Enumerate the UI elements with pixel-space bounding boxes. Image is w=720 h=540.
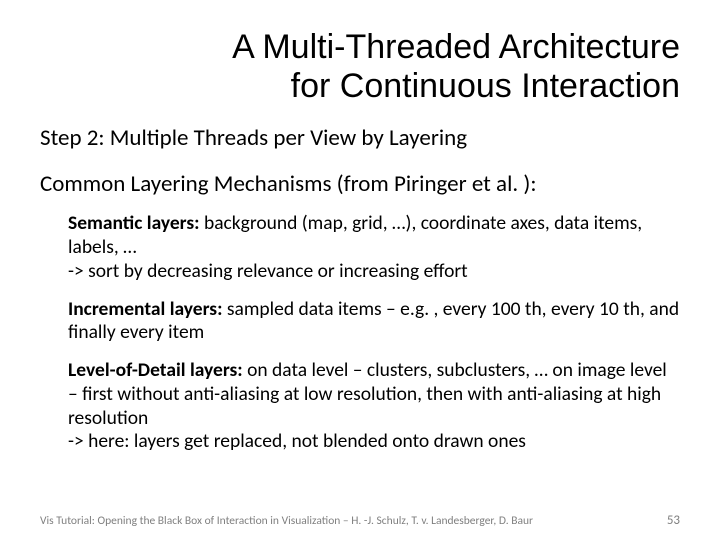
title-line-1: A Multi-Threaded Architecture	[232, 28, 680, 66]
slide: A Multi-Threaded Architecture for Contin…	[0, 0, 720, 540]
footer-text: Vis Tutorial: Opening the Black Box of I…	[40, 514, 533, 528]
footer: Vis Tutorial: Opening the Black Box of I…	[40, 513, 680, 528]
semantic-lead: Semantic layers:	[68, 211, 200, 235]
incremental-layers-block: Incremental layers: sampled data items –…	[68, 298, 680, 346]
semantic-tail: -> sort by decreasing relevance or incre…	[68, 259, 468, 283]
semantic-layers-block: Semantic layers: background (map, grid, …	[68, 212, 680, 283]
incremental-lead: Incremental layers:	[68, 297, 222, 321]
lod-tail: -> here: layers get replaced, not blende…	[68, 429, 526, 453]
lod-layers-block: Level-of-Detail layers: on data level – …	[68, 359, 680, 454]
bullet-list: Semantic layers: background (map, grid, …	[40, 212, 680, 454]
title-line-2: for Continuous Interaction	[291, 67, 680, 105]
lod-lead: Level-of-Detail layers:	[68, 358, 243, 382]
step-heading: Step 2: Multiple Threads per View by Lay…	[40, 124, 680, 152]
subheading: Common Layering Mechanisms (from Piringe…	[40, 170, 680, 198]
page-number: 53	[667, 513, 680, 528]
slide-title: A Multi-Threaded Architecture for Contin…	[40, 28, 680, 106]
